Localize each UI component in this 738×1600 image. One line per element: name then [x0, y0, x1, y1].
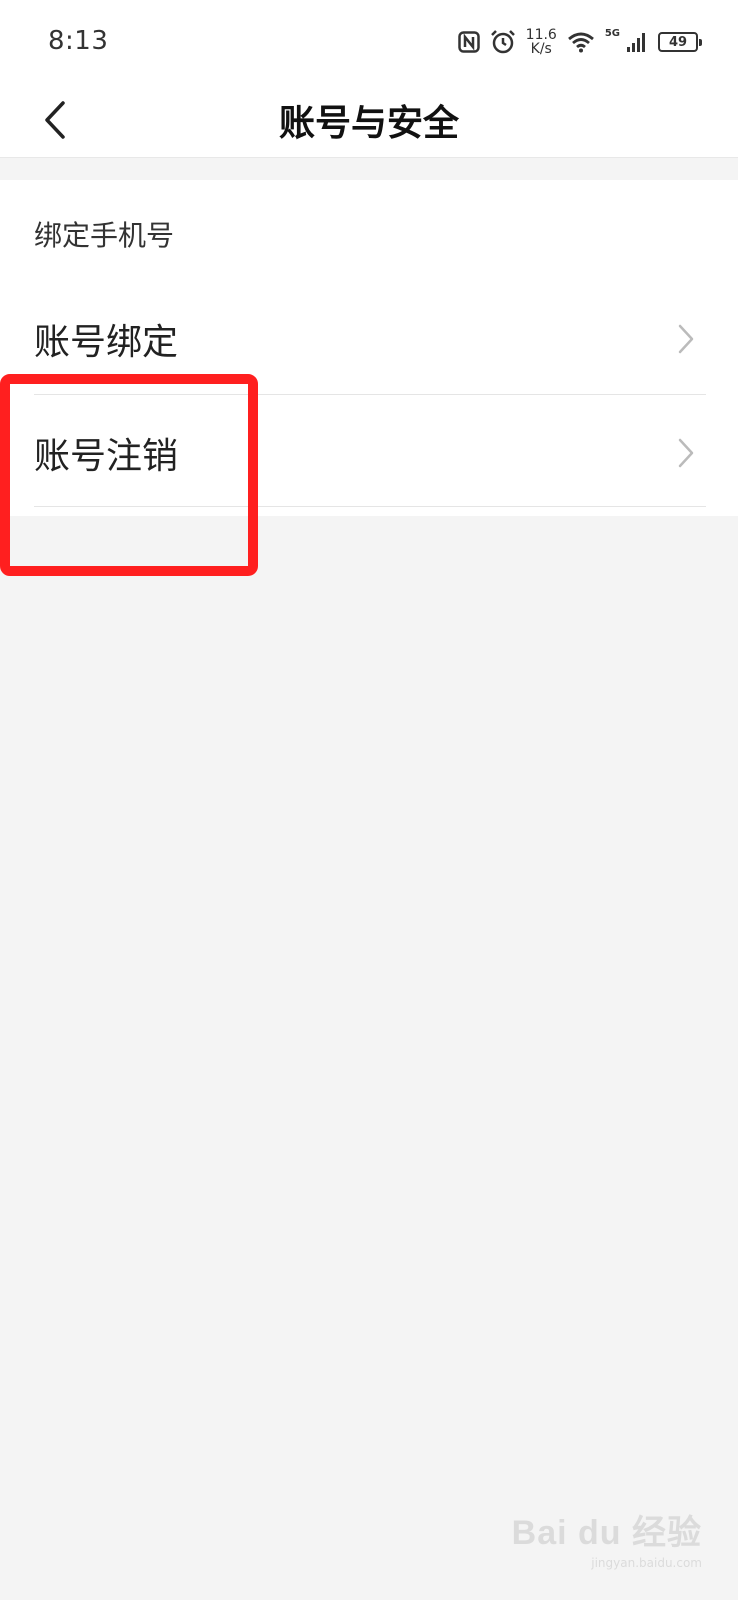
settings-item-label: 账号绑定: [34, 322, 179, 363]
network-type-label: 5G: [604, 28, 620, 39]
screen: 8:13 11.6 K/s 5G 49 账号与安全 绑定手机号 账号绑定 账号注…: [0, 0, 738, 1600]
wifi-icon: [567, 31, 595, 53]
watermark-text: Bai du 经验: [511, 1514, 702, 1552]
status-time: 8:13: [48, 26, 109, 56]
watermark-logo: Bai du 经验: [512, 1505, 702, 1554]
battery-level: 49: [668, 34, 688, 50]
signal-icon: [626, 31, 648, 53]
battery-icon: 49: [658, 32, 702, 52]
network-speed-value: 11.6: [525, 27, 557, 43]
network-speed-unit: K/s: [530, 41, 552, 57]
divider: [34, 394, 706, 395]
divider: [34, 506, 706, 507]
watermark-url: jingyan.baidu.com: [591, 1556, 702, 1570]
chevron-right-icon: [674, 322, 698, 356]
settings-item-account-binding[interactable]: 账号绑定: [0, 282, 738, 396]
settings-list: 绑定手机号 账号绑定 账号注销: [0, 180, 738, 516]
settings-item-label: 账号注销: [34, 436, 179, 477]
navigation-bar: 账号与安全: [0, 80, 738, 158]
status-icons: 11.6 K/s 5G 49: [457, 24, 702, 60]
baidu-jingyan-watermark: Bai du 经验 jingyan.baidu.com: [512, 1505, 702, 1570]
nfc-icon: [457, 31, 480, 53]
page-title: 账号与安全: [278, 103, 459, 144]
status-bar: 8:13 11.6 K/s 5G 49: [0, 0, 738, 80]
alarm-icon: [490, 30, 516, 54]
network-speed: 11.6 K/s: [526, 28, 557, 56]
section-label-bind-phone: 绑定手机号: [34, 219, 175, 252]
settings-item-account-cancellation[interactable]: 账号注销: [0, 396, 738, 510]
chevron-right-icon: [674, 436, 698, 470]
